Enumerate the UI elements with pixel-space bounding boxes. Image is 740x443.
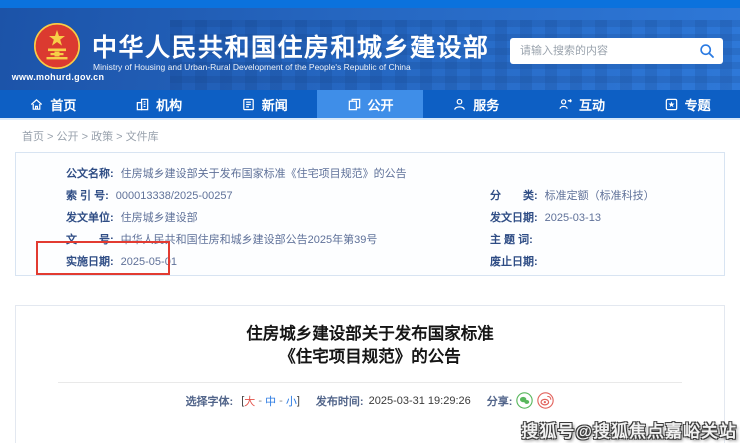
sohu-watermark: 搜狐号@搜狐焦点嘉峪关站 bbox=[521, 417, 737, 442]
meta-label: 主 题 词: bbox=[490, 234, 533, 246]
topics-star-icon bbox=[664, 97, 679, 112]
article-title: 住房城乡建设部关于发布国家标准 《住宅项目规范》的公告 bbox=[16, 323, 724, 369]
site-banner: www.mohurd.gov.cn 中华人民共和国住房和城乡建设部 Minist… bbox=[0, 8, 740, 90]
nav-item-label: 专题 bbox=[685, 95, 711, 114]
mohurd-page: www.mohurd.gov.cn 中华人民共和国住房和城乡建设部 Minist… bbox=[0, 0, 740, 443]
meta-row-doc-number: 文 号: 中华人民共和国住房和城乡建设部公告2025年第39号 bbox=[66, 234, 490, 247]
meta-row-doc-name: 公文名称: 住房城乡建设部关于发布国家标准《住宅项目规范》的公告 bbox=[66, 168, 490, 181]
main-nav: 首页 机构 新闻 公开 服务 bbox=[0, 90, 740, 118]
meta-value: 住房城乡建设部 bbox=[121, 212, 198, 224]
meta-row-index-number: 索 引 号: 000013338/2025-00257 bbox=[66, 190, 490, 203]
meta-label: 发文单位: bbox=[66, 212, 114, 224]
nav-item-label: 新闻 bbox=[262, 95, 288, 114]
nav-item-label: 服务 bbox=[473, 95, 499, 114]
search-box bbox=[510, 38, 723, 64]
article-divider bbox=[58, 382, 682, 383]
meta-row-issue-date: 发文日期: 2025-03-13 bbox=[490, 212, 716, 225]
search-icon[interactable] bbox=[699, 43, 715, 59]
nav-item-organization[interactable]: 机构 bbox=[106, 90, 212, 118]
meta-row-repeal-date: 废止日期: bbox=[490, 256, 716, 269]
share-label: 分享: bbox=[487, 393, 513, 409]
article-title-line2: 《住宅项目规范》的公告 bbox=[16, 346, 724, 369]
font-size-chooser-label: 选择字体: bbox=[186, 393, 234, 409]
metadata-left-column: 公文名称: 住房城乡建设部关于发布国家标准《住宅项目规范》的公告 索 引 号: 00… bbox=[66, 168, 490, 278]
breadcrumb[interactable]: 首页 > 公开 > 政策 > 文件库 bbox=[22, 128, 159, 144]
font-size-medium-button[interactable]: 中 bbox=[265, 393, 276, 409]
publish-time-label: 发布时间: bbox=[316, 393, 364, 409]
interaction-icon bbox=[558, 97, 573, 112]
document-metadata-panel: 公文名称: 住房城乡建设部关于发布国家标准《住宅项目规范》的公告 索 引 号: 00… bbox=[15, 152, 725, 276]
font-size-small-button[interactable]: 小 bbox=[286, 393, 297, 409]
meta-label: 文 号: bbox=[66, 234, 114, 246]
meta-value: 2025-03-13 bbox=[545, 212, 601, 224]
font-size-separator: - bbox=[255, 395, 265, 407]
meta-row-implementation-date: 实施日期: 2025-05-01 bbox=[66, 256, 490, 269]
nav-item-label: 机构 bbox=[156, 95, 182, 114]
meta-value: 2025-05-01 bbox=[121, 256, 177, 268]
weibo-icon[interactable] bbox=[537, 392, 554, 409]
meta-label: 实施日期: bbox=[66, 256, 114, 268]
nav-item-label: 互动 bbox=[579, 95, 605, 114]
site-title: 中华人民共和国住房和城乡建设部 bbox=[92, 28, 490, 64]
news-icon bbox=[241, 97, 256, 112]
meta-label: 公文名称: bbox=[66, 168, 114, 180]
metadata-right-column: 分 类: 标准定额（标准科技） 发文日期: 2025-03-13 主 题 词: 废止… bbox=[490, 190, 716, 278]
meta-label: 分 类: bbox=[490, 190, 538, 202]
meta-label: 废止日期: bbox=[490, 256, 538, 268]
nav-item-home[interactable]: 首页 bbox=[0, 90, 106, 118]
meta-value: 标准定额（标准科技） bbox=[545, 190, 655, 202]
disclosure-icon bbox=[347, 97, 362, 112]
home-icon bbox=[29, 97, 44, 112]
meta-label: 索 引 号: bbox=[66, 190, 109, 202]
meta-label: 发文日期: bbox=[490, 212, 538, 224]
building-icon bbox=[135, 97, 150, 112]
nav-item-disclosure[interactable]: 公开 bbox=[317, 90, 423, 118]
meta-row-category: 分 类: 标准定额（标准科技） bbox=[490, 190, 716, 203]
nav-item-label: 首页 bbox=[50, 95, 76, 114]
article-title-line1: 住房城乡建设部关于发布国家标准 bbox=[16, 323, 724, 346]
meta-value: 000013338/2025-00257 bbox=[116, 190, 233, 202]
meta-row-subject-words: 主 题 词: bbox=[490, 234, 716, 247]
service-person-icon bbox=[452, 97, 467, 112]
font-size-large-button[interactable]: 大 bbox=[244, 393, 255, 409]
nav-item-services[interactable]: 服务 bbox=[423, 90, 529, 118]
meta-row-issuing-unit: 发文单位: 住房城乡建设部 bbox=[66, 212, 490, 225]
site-url: www.mohurd.gov.cn bbox=[10, 72, 106, 82]
site-subtitle-en: Ministry of Housing and Urban-Rural Deve… bbox=[93, 62, 411, 72]
nav-item-news[interactable]: 新闻 bbox=[211, 90, 317, 118]
national-emblem-icon bbox=[33, 22, 81, 70]
topbar bbox=[0, 0, 740, 8]
meta-value: 住房城乡建设部关于发布国家标准《住宅项目规范》的公告 bbox=[121, 168, 407, 180]
article-meta-bar: 选择字体: [大 - 中 - 小] 发布时间: 2025-03-31 19:29… bbox=[16, 392, 724, 409]
publish-time-value: 2025-03-31 19:29:26 bbox=[369, 395, 471, 407]
nav-underline bbox=[0, 118, 740, 120]
nav-item-topics[interactable]: 专题 bbox=[634, 90, 740, 118]
meta-value: 中华人民共和国住房和城乡建设部公告2025年第39号 bbox=[121, 234, 378, 246]
nav-item-label: 公开 bbox=[368, 95, 394, 114]
font-size-separator: - bbox=[276, 395, 286, 407]
search-input[interactable] bbox=[510, 38, 723, 64]
nav-item-interaction[interactable]: 互动 bbox=[529, 90, 635, 118]
font-size-close-bracket: ] bbox=[297, 395, 300, 407]
wechat-icon[interactable] bbox=[516, 392, 533, 409]
